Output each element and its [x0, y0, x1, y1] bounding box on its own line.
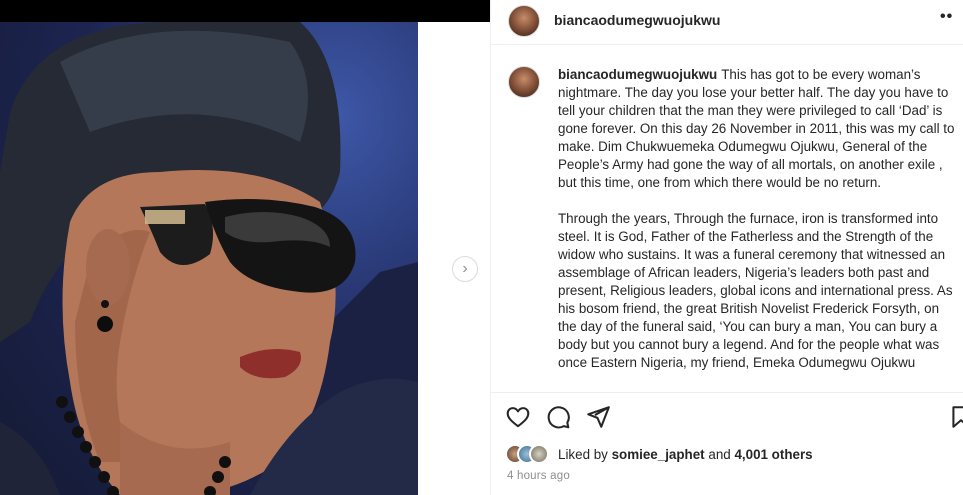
caption-avatar[interactable]: [508, 66, 540, 98]
portrait-illustration: [0, 22, 418, 495]
likes-row: Liked by somiee_japhet and 4,001 others: [505, 444, 960, 466]
divider: [491, 392, 963, 393]
post-photo[interactable]: [0, 22, 418, 495]
chevron-right-icon[interactable]: ›: [452, 256, 478, 282]
likes-prefix: Liked by: [558, 447, 608, 462]
post-timestamp[interactable]: 4 hours ago: [507, 470, 570, 482]
caption-paragraph-2: Through the years, Through the furnace, …: [558, 211, 953, 370]
caption-text-1: This has got to be every woman’s nightma…: [558, 67, 955, 190]
likes-summary: Liked by somiee_japhet and 4,001 others: [558, 447, 813, 462]
comment-icon[interactable]: [545, 404, 571, 430]
more-options-icon[interactable]: ••: [940, 8, 953, 26]
caption-username[interactable]: biancaodumegwuojukwu: [558, 67, 717, 82]
media-top-bar: [0, 0, 490, 22]
media-padding: [418, 22, 490, 495]
heart-icon[interactable]: [505, 404, 531, 430]
liker-avatar[interactable]: [529, 444, 549, 464]
paper-plane-icon[interactable]: [585, 404, 611, 430]
likes-and: and: [708, 447, 731, 462]
post-details-panel: biancaodumegwuojukwu •• biancaodumegwuoj…: [490, 0, 963, 495]
post-actions: [491, 398, 963, 438]
post-caption: biancaodumegwuojukwu This has got to be e…: [558, 66, 958, 392]
post-media: ›: [0, 0, 490, 495]
post-header: biancaodumegwuojukwu ••: [491, 0, 963, 45]
caption-paragraph-1: biancaodumegwuojukwu This has got to be e…: [558, 66, 958, 192]
avatar[interactable]: [508, 5, 540, 37]
header-username[interactable]: biancaodumegwuojukwu: [554, 12, 720, 28]
bookmark-icon[interactable]: [948, 404, 963, 430]
likes-count[interactable]: 4,001 others: [734, 447, 812, 462]
liked-by-user[interactable]: somiee_japhet: [612, 447, 705, 462]
